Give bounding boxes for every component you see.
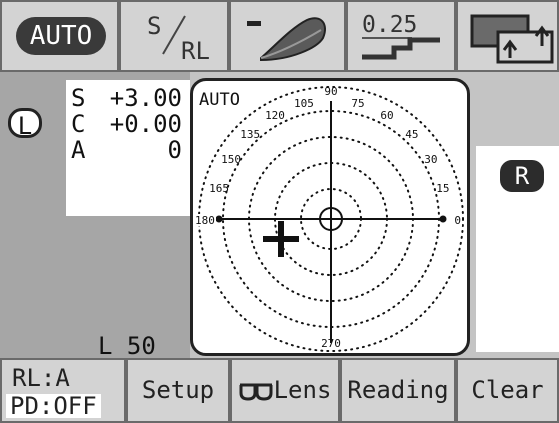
lens-profile-icon: [247, 17, 326, 62]
window-swap-icon: [470, 14, 554, 64]
left-lens-panel: L S +3.00 C +0.00 A 0 L 50: [0, 72, 190, 360]
step-increment-icon: [362, 37, 440, 60]
reading-button[interactable]: Reading: [340, 358, 456, 423]
angle-label-165: 165: [209, 182, 229, 195]
lens-button[interactable]: Lens: [230, 358, 340, 423]
rl-pd-mode-button[interactable]: RL:A PD:OFF: [0, 358, 126, 423]
cylinder-label: C: [71, 110, 86, 138]
axis-value: 0: [167, 136, 182, 164]
polar-target: AUTO 9075604530150105120135150165180270: [194, 85, 464, 352]
auto-mode-button[interactable]: AUTO: [0, 0, 119, 72]
left-lens-readings: S +3.00 C +0.00 A 0: [66, 80, 190, 216]
sphere-label: S: [71, 84, 86, 112]
pupillary-distance-value: L 50: [98, 332, 156, 360]
glasses-icon: [239, 383, 273, 401]
angle-label-105: 105: [294, 97, 314, 110]
angle-label-15: 15: [436, 182, 449, 195]
angle-label-135: 135: [240, 128, 260, 141]
axis-end-dot-left: [215, 215, 223, 223]
axis-end-dot-right: [439, 215, 447, 223]
rl-mode-label: RL:A: [12, 364, 70, 392]
angle-label-270: 270: [321, 337, 341, 350]
alignment-target-display: AUTO 90 75 60 45 30 15 0 105 120 135 150 165 180 270: [190, 78, 470, 356]
bottom-bar: RL:A PD:OFF Setup Lens Reading Clear: [0, 358, 559, 423]
clear-button[interactable]: Clear: [456, 358, 559, 423]
angle-label-60: 60: [380, 109, 393, 122]
target-mode-label: AUTO: [199, 90, 240, 110]
angle-label-30: 30: [424, 153, 437, 166]
axis-label: A: [71, 136, 86, 164]
step-size-button[interactable]: 0.25: [346, 0, 456, 72]
setup-button[interactable]: Setup: [126, 358, 230, 423]
left-lens-badge[interactable]: L: [8, 108, 42, 140]
angle-label-90: 90: [324, 85, 337, 98]
lens-button-label: Lens: [273, 376, 332, 404]
angle-label-45: 45: [405, 128, 418, 141]
s-rl-toggle-button[interactable]: S RL: [119, 0, 229, 72]
lens-type-button[interactable]: [229, 0, 346, 72]
sphere-value: +3.00: [109, 84, 182, 112]
angle-label-150: 150: [221, 153, 241, 166]
angle-label-120: 120: [265, 109, 285, 122]
angle-label-75: 75: [351, 97, 364, 110]
window-swap-button[interactable]: [456, 0, 559, 72]
auto-mode-label: AUTO: [16, 17, 106, 55]
cylinder-value: +0.00: [109, 110, 182, 138]
srl-bottom-label: RL: [181, 37, 210, 65]
pd-mode-label: PD:OFF: [6, 394, 101, 418]
right-lens-badge[interactable]: R: [500, 160, 544, 192]
angle-label-180: 180: [195, 214, 215, 227]
lensmeter-screen: AUTO S RL 0.25 L S +3.00 C +0.00 A 0 L 5…: [0, 0, 559, 423]
angle-label-0: 0: [454, 214, 461, 227]
slash-icon: [162, 15, 186, 55]
